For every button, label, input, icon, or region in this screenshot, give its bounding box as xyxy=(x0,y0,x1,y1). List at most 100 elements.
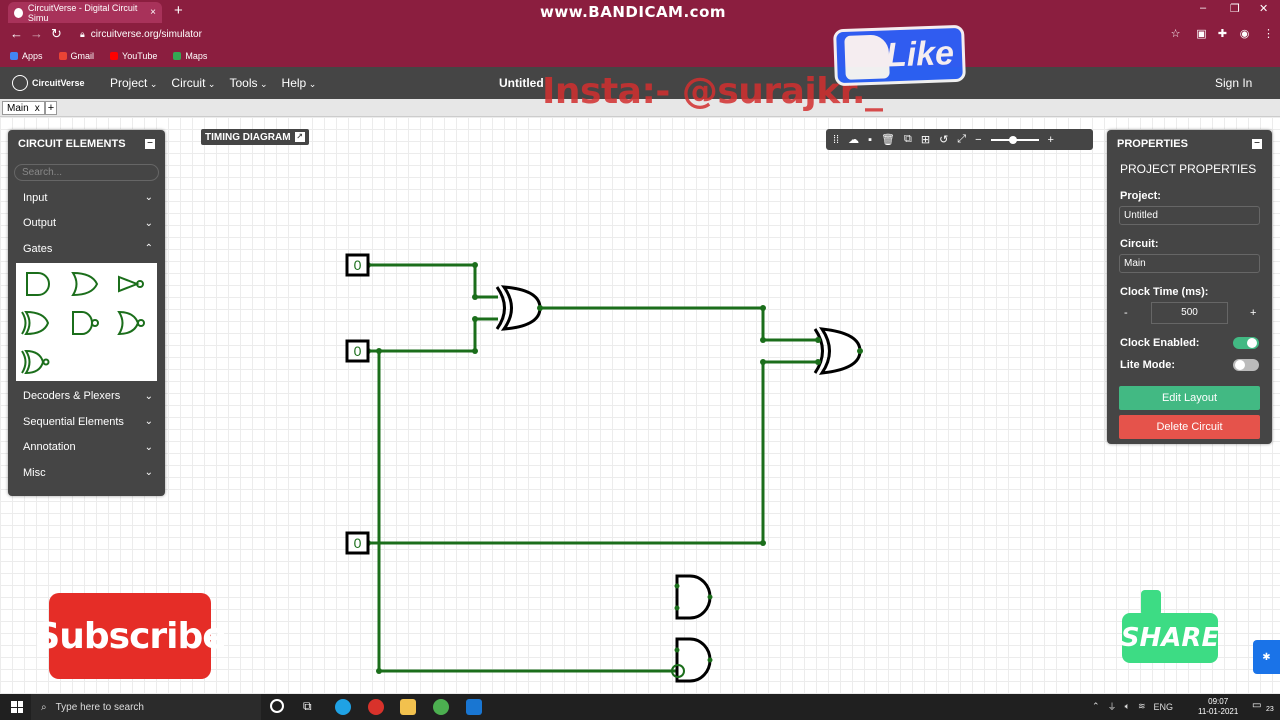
edge-icon[interactable] xyxy=(335,699,351,715)
or-gate-icon[interactable] xyxy=(70,269,100,299)
windows-start-icon[interactable] xyxy=(11,701,23,713)
clock-enabled-toggle[interactable] xyxy=(1233,337,1259,349)
menu-project[interactable]: Project xyxy=(110,76,157,90)
menu-help[interactable]: Help xyxy=(282,76,317,90)
chrome-icon[interactable] xyxy=(433,699,449,715)
search-icon: ⌕ xyxy=(41,701,47,713)
back-icon[interactable]: ← xyxy=(10,26,23,41)
profile-avatar-icon[interactable]: ◉ xyxy=(1238,27,1251,40)
panel-header[interactable]: CIRCUIT ELEMENTS – xyxy=(8,130,165,158)
wire[interactable] xyxy=(377,351,678,673)
browser-tab[interactable]: CircuitVerse - Digital Circuit Simu × xyxy=(8,2,162,23)
drag-handle-icon[interactable]: ⁞⁞ xyxy=(833,134,839,146)
and-gate-2[interactable] xyxy=(671,637,712,683)
wire[interactable] xyxy=(368,360,818,545)
minimize-icon[interactable]: – xyxy=(1200,2,1206,14)
kebab-menu-icon[interactable]: ⋮ xyxy=(1262,27,1275,40)
fullscreen-icon[interactable]: ⤢ xyxy=(957,133,966,146)
and-gate-1[interactable] xyxy=(675,574,712,620)
clock-decrement-button[interactable]: - xyxy=(1119,307,1133,319)
recorder-icon[interactable] xyxy=(368,699,384,715)
input-2[interactable]: 0 xyxy=(345,339,370,363)
xor-gate-2[interactable] xyxy=(813,327,862,375)
sign-in-link[interactable]: Sign In xyxy=(1215,76,1252,90)
zoom-slider[interactable] xyxy=(990,135,1039,144)
circuit-tab-close-icon[interactable]: x xyxy=(35,103,40,114)
close-window-icon[interactable]: ✕ xyxy=(1259,2,1268,15)
cloud-upload-icon[interactable]: ☁ xyxy=(848,133,859,146)
category-decoders-plexers[interactable]: Decoders & Plexers ⌄ xyxy=(8,384,165,410)
circuitverse-logo[interactable]: CircuitVerse xyxy=(12,75,85,91)
timing-diagram-button[interactable]: TIMING DIAGRAM ↗ xyxy=(201,129,309,145)
panel-header[interactable]: PROPERTIES – xyxy=(1107,130,1272,158)
wire[interactable] xyxy=(368,317,498,353)
chevron-up-icon[interactable]: ⌃ xyxy=(1092,701,1100,712)
url-field[interactable]: 🔒︎ circuitverse.org/simulator xyxy=(70,26,1190,43)
maximize-icon[interactable]: ❐ xyxy=(1230,2,1240,15)
delete-icon[interactable]: 🗑︎ xyxy=(881,133,895,146)
category-gates[interactable]: Gates ⌃ xyxy=(8,236,165,262)
network-icon[interactable]: ⏚ xyxy=(1108,700,1117,713)
zoom-in-icon[interactable]: + xyxy=(1048,134,1054,146)
new-tab-button[interactable]: + xyxy=(174,2,183,19)
xor-gate-1[interactable] xyxy=(495,285,542,331)
xor-gate-icon[interactable] xyxy=(20,308,50,338)
minimize-panel-icon[interactable]: – xyxy=(145,138,155,149)
category-sequential-elements[interactable]: Sequential Elements ⌄ xyxy=(8,409,165,435)
input-3[interactable]: 0 xyxy=(345,531,370,555)
forward-icon[interactable]: → xyxy=(30,26,43,41)
puzzle-icon[interactable]: ✚ xyxy=(1216,27,1229,40)
bookmark-gmail[interactable]: Gmail xyxy=(58,51,94,61)
delete-circuit-button[interactable]: Delete Circuit xyxy=(1119,415,1260,439)
media-player-icon[interactable] xyxy=(466,699,482,715)
undo-icon[interactable]: ↺ xyxy=(939,133,948,146)
clock-time-input[interactable]: 500 xyxy=(1150,302,1229,324)
nor-gate-icon[interactable] xyxy=(116,308,146,338)
category-input[interactable]: Input ⌄ xyxy=(8,185,165,211)
minimize-panel-icon[interactable]: – xyxy=(1252,138,1262,149)
circuit-tab-main[interactable]: Main x xyxy=(2,101,45,115)
nand-gate-icon[interactable] xyxy=(70,308,100,338)
taskbar-clock[interactable]: 09:07 11-01-2021 xyxy=(1198,697,1238,717)
bookmark-youtube[interactable]: YouTube xyxy=(110,51,157,61)
menu-tools[interactable]: Tools xyxy=(229,76,267,90)
fit-icon[interactable]: ⊞ xyxy=(921,133,930,146)
taskbar-search[interactable]: ⌕ Type here to search xyxy=(31,694,261,720)
input-1[interactable]: 0 xyxy=(345,253,370,277)
category-output[interactable]: Output ⌄ xyxy=(8,211,165,237)
tab-close-icon[interactable]: × xyxy=(150,7,156,18)
and-gate-icon[interactable] xyxy=(24,269,54,299)
language-indicator[interactable]: ENG xyxy=(1154,702,1174,712)
reload-icon[interactable]: ↻ xyxy=(51,26,62,42)
notification-icon[interactable]: ▭ xyxy=(1252,700,1261,711)
extension-icon[interactable]: ▣ xyxy=(1195,27,1208,40)
floating-action-button[interactable]: ✱ xyxy=(1253,640,1280,674)
zoom-out-icon[interactable]: − xyxy=(975,134,981,146)
bookmark-maps[interactable]: Maps xyxy=(173,51,207,61)
category-annotation[interactable]: Annotation ⌄ xyxy=(8,435,165,461)
category-misc[interactable]: Misc ⌄ xyxy=(8,460,165,486)
bookmark-star-icon[interactable]: ☆ xyxy=(1169,27,1182,40)
task-view-icon[interactable]: ⧉ xyxy=(303,699,312,714)
edit-layout-button[interactable]: Edit Layout xyxy=(1119,386,1260,410)
project-name-input[interactable]: Untitled xyxy=(1119,206,1260,225)
wire[interactable] xyxy=(540,306,818,342)
clock-increment-button[interactable]: + xyxy=(1246,307,1260,319)
xnor-gate-icon[interactable] xyxy=(20,347,50,377)
wifi-icon[interactable]: ≋ xyxy=(1138,701,1146,712)
menu-circuit[interactable]: Circuit xyxy=(171,76,215,90)
cortana-icon[interactable] xyxy=(270,699,284,713)
wire[interactable] xyxy=(368,263,498,299)
not-gate-icon[interactable] xyxy=(116,269,146,299)
zoom-slider-thumb[interactable] xyxy=(1008,135,1017,144)
project-title[interactable]: Untitled xyxy=(499,76,544,90)
copy-icon[interactable]: ⧉ xyxy=(904,133,912,146)
lite-mode-toggle[interactable] xyxy=(1233,359,1259,371)
circuit-name-input[interactable]: Main xyxy=(1119,254,1260,273)
bookmark-apps[interactable]: Apps xyxy=(10,51,43,61)
add-circuit-tab-button[interactable]: + xyxy=(45,101,57,115)
save-icon[interactable]: ▪ xyxy=(868,134,872,146)
element-search-input[interactable]: Search... xyxy=(14,164,159,181)
volume-icon[interactable]: 🔈︎ xyxy=(1125,701,1130,712)
file-explorer-icon[interactable] xyxy=(400,699,416,715)
